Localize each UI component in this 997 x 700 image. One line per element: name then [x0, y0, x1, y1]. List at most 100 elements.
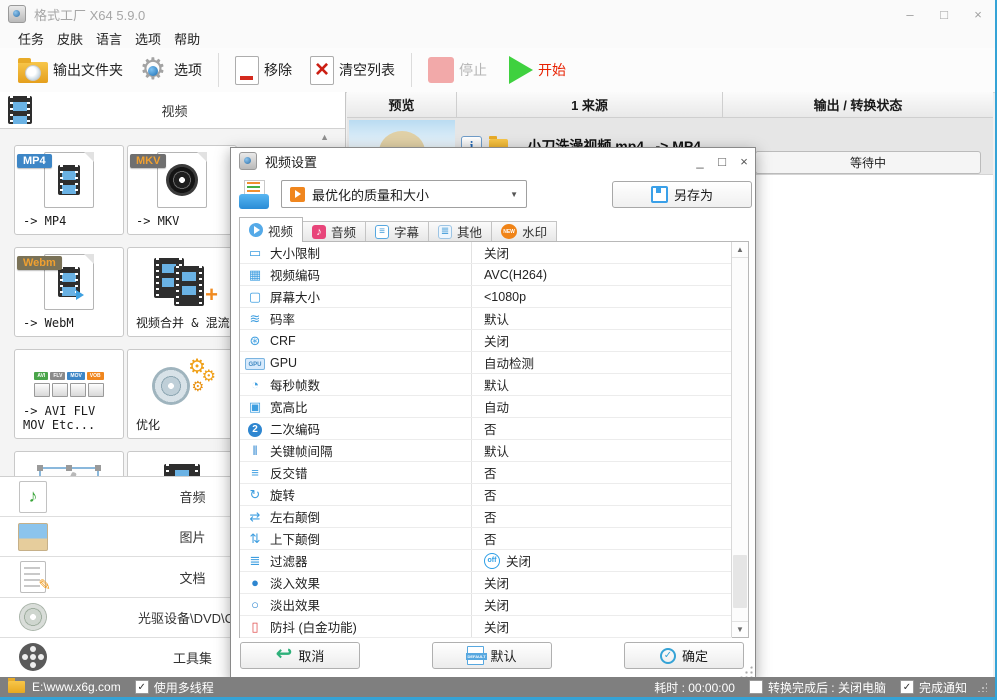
tab-label: 字幕 [394, 226, 420, 240]
settings-row[interactable]: ⇄ 左右颠倒否 [240, 506, 732, 528]
menu-item[interactable]: 语言 [96, 29, 122, 48]
settings-row[interactable]: ⇅ 上下颠倒否 [240, 528, 732, 550]
sidebar-card[interactable]: MP4 -> MP4 [14, 145, 124, 235]
shutdown-checkbox[interactable] [748, 680, 763, 694]
format-chip: AVI [34, 371, 49, 380]
setting-value[interactable]: 默认 [472, 375, 732, 394]
setting-value[interactable]: AVC(H264) [472, 268, 732, 282]
settings-row[interactable]: 2 二次编码否 [240, 418, 732, 440]
video-tab-icon [249, 223, 263, 237]
notify-checkbox[interactable]: ✓ [899, 680, 914, 694]
column-source[interactable]: 1 来源 [457, 92, 723, 117]
column-output-status[interactable]: 输出 / 转换状态 [723, 92, 993, 117]
default-button[interactable]: 默认 [432, 642, 552, 669]
close-icon[interactable]: × [961, 0, 995, 28]
menu-item[interactable]: 帮助 [174, 29, 200, 48]
setting-label: 宽高比 [270, 396, 472, 417]
setting-value[interactable]: 关闭 [472, 243, 732, 262]
remove-button[interactable]: 移除 [231, 51, 296, 89]
settings-row[interactable]: ● 淡入效果 关闭 [240, 572, 732, 594]
start-button[interactable]: 开始 [505, 51, 570, 89]
dialog-close-icon[interactable]: × [733, 150, 755, 172]
status-badge: 等待中 [755, 151, 981, 174]
window-resize-grip[interactable] [977, 682, 987, 692]
menu-item[interactable]: 任务 [18, 29, 44, 48]
setting-value[interactable]: 默认 [472, 441, 732, 460]
keyframe-icon: ‖ [252, 443, 258, 458]
setting-value[interactable]: 否 [472, 463, 732, 482]
settings-row[interactable]: ▢ 屏幕大小 <1080p [240, 286, 732, 308]
setting-value[interactable]: 默认 [472, 309, 732, 328]
settings-row[interactable]: ▯ 防抖 (白金功能) 关闭 [240, 616, 732, 638]
settings-row[interactable]: ▣ 宽高比 自动 [240, 396, 732, 418]
dialog-maximize-icon[interactable]: □ [711, 150, 733, 172]
menu-item[interactable]: 皮肤 [57, 29, 83, 48]
settings-row[interactable]: ⊛ CRF 关闭 [240, 330, 732, 352]
fps-icon: ◔ [251, 377, 259, 392]
settings-row[interactable]: ◔ 每秒帧数 默认 [240, 374, 732, 396]
stop-button[interactable]: 停止 [424, 51, 491, 89]
shutdown-option[interactable]: 转换完成后 : 关闭电脑 [748, 679, 886, 696]
video-settings-dialog: 视频设置 _ □ × 最优化的质量和大小 ▼ 另存为 视频 ♪ 音频 ≡ 字幕 ≣ 其他 NE… [230, 147, 756, 680]
settings-row[interactable]: ▭ 大小限制 关闭 [240, 242, 732, 264]
output-folder-icon [18, 57, 48, 83]
settings-row[interactable]: ▦ 视频编码 AVC(H264) [240, 264, 732, 286]
dialog-minimize-icon[interactable]: _ [689, 150, 711, 172]
setting-value[interactable]: 自动 [472, 397, 732, 416]
cancel-button[interactable]: ↩ 取消 [240, 642, 360, 669]
chevron-down-icon: ▼ [510, 189, 518, 199]
sidebar-card[interactable]: MKV -> MKV [127, 145, 237, 235]
clear-list-button[interactable]: 清空列表 [306, 51, 399, 89]
setting-value[interactable]: 否 [472, 507, 732, 526]
output-folder-button[interactable]: 输出文件夹 [14, 51, 127, 89]
setting-value[interactable]: off 关闭 [472, 551, 732, 570]
tab-水印[interactable]: NEW 水印 [492, 221, 558, 242]
save-as-button[interactable]: 另存为 [612, 181, 752, 208]
maximize-icon[interactable]: □ [927, 0, 961, 28]
ok-button[interactable]: ✓ 确定 [624, 642, 744, 669]
setting-value[interactable]: 否 [472, 419, 732, 438]
setting-value[interactable]: 否 [472, 529, 732, 548]
setting-value[interactable]: 关闭 [472, 573, 732, 592]
video-section-header[interactable]: 视频 [0, 92, 345, 129]
video-section-label: 视频 [161, 103, 188, 119]
options-button[interactable]: ⚙ 选项 [133, 51, 206, 89]
output-path-folder-icon[interactable] [8, 678, 25, 693]
minimize-icon[interactable]: – [893, 0, 927, 28]
tab-label: 音频 [331, 226, 357, 240]
setting-value[interactable]: <1080p [472, 290, 732, 304]
tab-音频[interactable]: ♪ 音频 [303, 221, 367, 242]
sidebar-card[interactable]: Webm -> WebM [14, 247, 124, 337]
settings-row[interactable]: GPU GPU 自动检测 [240, 352, 732, 374]
settings-row[interactable]: ≣ 过滤器 off 关闭 [240, 550, 732, 572]
subtitle-tab-icon: ≡ [375, 224, 390, 239]
sidebar-card[interactable]: AVI FLV MOV VOB -> AVI FLV MOV Etc... [14, 349, 124, 439]
scroll-up-arrow-icon[interactable]: ▲ [732, 242, 748, 258]
tab-视频[interactable]: 视频 [239, 217, 304, 242]
notify-option[interactable]: ✓ 完成通知 [899, 679, 967, 696]
settings-row[interactable]: ≋ 码率 默认 [240, 308, 732, 330]
tab-字幕[interactable]: ≡ 字幕 [366, 221, 430, 242]
multithread-checkbox[interactable]: ✓ [134, 680, 149, 694]
preset-dropdown[interactable]: 最优化的质量和大小 ▼ [281, 180, 527, 208]
menu-item[interactable]: 选项 [135, 29, 161, 48]
setting-value[interactable]: 自动检测 [472, 353, 732, 372]
scrollbar[interactable]: ▲ ▼ [731, 242, 748, 637]
settings-row[interactable]: ‖ 关键帧间隔 默认 [240, 440, 732, 462]
settings-row[interactable]: ↻ 旋转否 [240, 484, 732, 506]
settings-row[interactable]: ○ 淡出效果 关闭 [240, 594, 732, 616]
column-preview[interactable]: 预览 [347, 92, 457, 117]
sidebar-card[interactable]: ⚙ ⚙ ⚙ 优化 [127, 349, 237, 439]
scroll-down-arrow-icon[interactable]: ▼ [732, 621, 748, 637]
gpu-icon: GPU [245, 358, 265, 370]
setting-value[interactable]: 关闭 [472, 331, 732, 350]
sidebar-card[interactable]: + 视频合并 & 混流 [127, 247, 237, 337]
setting-value[interactable]: 关闭 [472, 617, 732, 636]
setting-value[interactable]: 关闭 [472, 595, 732, 614]
tab-其他[interactable]: ≣ 其他 [429, 221, 493, 242]
setting-label: 淡入效果 [270, 572, 472, 593]
setting-value[interactable]: 否 [472, 485, 732, 504]
multithread-option[interactable]: ✓ 使用多线程 [134, 679, 214, 696]
output-path[interactable]: E:\www.x6g.com [32, 680, 121, 694]
settings-row[interactable]: ≡ 反交错否 [240, 462, 732, 484]
